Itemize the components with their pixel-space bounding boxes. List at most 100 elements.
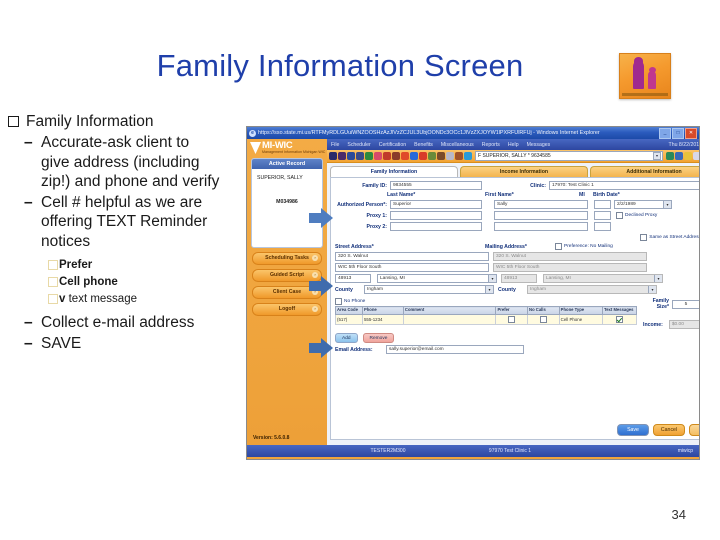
- street-city-value: Lansing, MI: [380, 276, 405, 281]
- phone-col-prefer: Prefer: [495, 306, 529, 315]
- tab-income-information-label: Income Information: [499, 169, 549, 175]
- add-button[interactable]: Add: [335, 333, 358, 343]
- tab-family-information[interactable]: Family Information: [330, 166, 458, 177]
- chevron-down-icon[interactable]: ▾: [485, 286, 493, 293]
- authorized-person-mi-field[interactable]: [594, 200, 611, 209]
- next-button[interactable]: →: [689, 424, 699, 436]
- outline-subitem-cellphone-label: Cell phone: [59, 276, 118, 288]
- authorized-person-birth-date-field[interactable]: 2/2/1989 ▾: [614, 200, 672, 209]
- embedded-application-screenshot: e https://sso.state.mi.us/RTFMyRDLGUuiWN…: [246, 126, 700, 460]
- close-button[interactable]: ✕: [685, 127, 697, 139]
- proxy2-last-name-field[interactable]: [390, 222, 482, 231]
- phone-cell-text-messages[interactable]: [601, 313, 638, 325]
- street-zip-field[interactable]: 48913: [335, 274, 371, 283]
- mailing-zip-field[interactable]: 48913: [501, 274, 537, 283]
- card-icon[interactable]: [446, 152, 454, 160]
- refresh-icon[interactable]: [464, 152, 472, 160]
- menu-item-certification[interactable]: Certification: [379, 142, 406, 148]
- info-icon[interactable]: [347, 152, 355, 160]
- street-address-line2-field[interactable]: WIC 5th Floor South: [335, 263, 489, 272]
- proxy2-mi-field[interactable]: [594, 222, 611, 231]
- checkbox-checked-icon[interactable]: [615, 315, 623, 323]
- medical-icon[interactable]: [428, 152, 436, 160]
- phone-cell-prefer[interactable]: [495, 313, 529, 325]
- phone-cell-phone[interactable]: 555-1234: [361, 313, 404, 325]
- street-city-select[interactable]: Lansing, MI ▾: [377, 274, 497, 283]
- logoff-button[interactable]: Logoff ›: [252, 302, 322, 316]
- menu-item-help[interactable]: Help: [508, 142, 519, 148]
- mailing-county-select[interactable]: Ingham ▾: [527, 285, 657, 294]
- checkbox-icon[interactable]: [539, 315, 547, 323]
- globe-icon[interactable]: [410, 152, 418, 160]
- phone-cell-no-calls[interactable]: [527, 313, 560, 325]
- authorized-person-last-name-field[interactable]: Superior: [390, 200, 482, 209]
- favorites-icon[interactable]: [684, 152, 692, 160]
- checkbox-icon[interactable]: [508, 315, 516, 323]
- form-content-area: Family Information Income Information Ad…: [309, 163, 699, 445]
- checklist-icon[interactable]: [365, 152, 373, 160]
- maximize-button[interactable]: □: [672, 127, 684, 139]
- income-field: $0.00: [668, 320, 699, 329]
- family-id-field[interactable]: 9834555: [390, 181, 482, 190]
- infant-icon[interactable]: [383, 152, 391, 160]
- proxy1-first-name-field[interactable]: [494, 211, 588, 220]
- tab-income-information[interactable]: Income Information: [460, 166, 588, 177]
- tab-additional-information[interactable]: Additional Information: [590, 166, 699, 177]
- menu-item-benefits[interactable]: Benefits: [414, 142, 433, 148]
- prescription-icon[interactable]: [437, 152, 445, 160]
- street-address-line1-field[interactable]: 320 S. Walnut: [335, 252, 489, 261]
- child-icon[interactable]: [392, 152, 400, 160]
- authorized-person-first-name-field[interactable]: Sally: [494, 200, 588, 209]
- mailing-city-select[interactable]: Lansing, MI ▾: [543, 274, 663, 283]
- history-icon[interactable]: [675, 152, 683, 160]
- family-id-label: Family ID:: [362, 182, 387, 189]
- cancel-button[interactable]: Cancel: [653, 424, 685, 436]
- referral-icon[interactable]: [455, 152, 463, 160]
- email-field[interactable]: sally.superior@email.com: [386, 345, 524, 354]
- menu-item-miscellaneous[interactable]: Miscellaneous: [441, 142, 474, 148]
- mailing-address-line2-field[interactable]: WIC 5th Floor South: [493, 263, 647, 272]
- client-selector[interactable]: F SUPERIOR, SALLY * 9634585 ▾: [475, 151, 663, 161]
- clock-icon[interactable]: [356, 152, 364, 160]
- status-bar-clinic: 97970 Test Clinic 1: [488, 448, 532, 454]
- back-icon[interactable]: [329, 152, 337, 160]
- save-button[interactable]: Save: [617, 424, 649, 436]
- proxy1-last-name-field[interactable]: [390, 211, 482, 220]
- table-row[interactable]: (517) 555-1234 Cell Phone: [335, 313, 638, 325]
- proxy1-label: Proxy 1:: [366, 212, 387, 219]
- declined-proxy-checkbox[interactable]: Declined Proxy: [616, 212, 657, 219]
- apple-icon[interactable]: [401, 152, 409, 160]
- phone-cell-phone-type[interactable]: Cell Phone: [558, 313, 603, 325]
- mailing-address-line1-field[interactable]: 320 S. Walnut: [493, 252, 647, 261]
- clinic-select[interactable]: 17970: Test Clinic 1 ▾: [549, 181, 699, 190]
- proxy2-first-name-field[interactable]: [494, 222, 588, 231]
- street-county-select[interactable]: Ingham ▾: [364, 285, 494, 294]
- chevron-right-icon: ›: [312, 255, 318, 262]
- chevron-down-icon[interactable]: ▾: [653, 152, 661, 160]
- chevron-down-icon[interactable]: ▾: [663, 201, 671, 208]
- phone-cell-comment[interactable]: [402, 313, 497, 325]
- menu-item-messages[interactable]: Messages: [527, 142, 551, 148]
- scheduling-tasks-button[interactable]: Scheduling Tasks ›: [252, 251, 322, 265]
- chevron-down-icon[interactable]: ▾: [648, 286, 656, 293]
- same-as-street-address-checkbox[interactable]: Same as Street Address: [640, 234, 699, 241]
- outline-bullet-email: – Collect e-mail address: [24, 313, 238, 333]
- menu-item-scheduler[interactable]: Scheduler: [347, 142, 370, 148]
- chevron-down-icon[interactable]: ▾: [488, 275, 496, 282]
- preference-no-mailing-checkbox[interactable]: Preference: No Mailing: [555, 243, 613, 250]
- menu-item-reports[interactable]: Reports: [482, 142, 500, 148]
- pregnant-icon[interactable]: [374, 152, 382, 160]
- menu-item-file[interactable]: File: [331, 142, 339, 148]
- phone-cell-area-code[interactable]: (517): [335, 313, 363, 325]
- family-size-field[interactable]: 5: [672, 299, 699, 309]
- window-controls[interactable]: _ □ ✕: [659, 127, 697, 139]
- search-icon[interactable]: [666, 152, 674, 160]
- minimize-button[interactable]: _: [659, 127, 671, 139]
- chevron-down-icon[interactable]: ▾: [654, 275, 662, 282]
- proxy1-mi-field[interactable]: [594, 211, 611, 220]
- no-phone-checkbox[interactable]: No Phone: [335, 298, 637, 305]
- mail-icon[interactable]: [693, 152, 699, 160]
- forward-icon[interactable]: [338, 152, 346, 160]
- remove-button[interactable]: Remove: [362, 333, 395, 343]
- food-icon[interactable]: [419, 152, 427, 160]
